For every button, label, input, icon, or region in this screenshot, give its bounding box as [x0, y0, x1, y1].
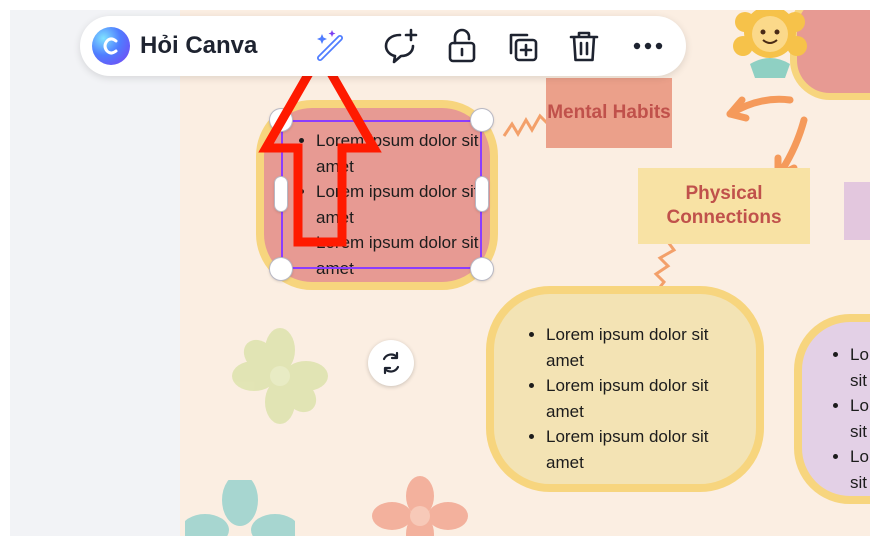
label-mental-habits[interactable]: Mental Habits: [546, 78, 672, 148]
label-physical-connections-text: Physical Connections: [666, 183, 782, 228]
flower-decoration-teal: [185, 480, 295, 536]
duplicate-button[interactable]: [500, 24, 544, 68]
comment-add-icon: [384, 28, 418, 64]
resize-handle-bottom-right[interactable]: [471, 258, 493, 280]
context-toolbar: Hỏi Canva: [80, 16, 686, 76]
resize-handle-bottom-left[interactable]: [270, 258, 292, 280]
annotation-arrow-icon: [258, 48, 382, 247]
list-item: Losit: [850, 444, 870, 495]
rotate-icon: [382, 351, 400, 375]
rotate-button[interactable]: [368, 340, 414, 386]
resize-handle-right[interactable]: [476, 177, 488, 211]
purple-text-bubble[interactable]: Losit Losit Losit: [794, 314, 870, 504]
label-mental-habits-text: Mental Habits: [547, 102, 671, 123]
more-icon: [633, 42, 663, 50]
flower-decoration-green: [232, 328, 328, 424]
list-item: Lorem ipsum dolor sit amet: [546, 322, 746, 373]
duplicate-icon: [509, 33, 538, 62]
magic-edit-button[interactable]: [308, 24, 352, 68]
yellow-bubble-list[interactable]: Lorem ipsum dolor sit amet Lorem ipsum d…: [524, 322, 746, 475]
list-item: Losit: [850, 393, 870, 444]
add-comment-button[interactable]: [378, 24, 422, 68]
zigzag-connector-1: [502, 113, 550, 137]
trash-icon: [569, 31, 599, 62]
label-partial-right: [844, 182, 870, 240]
app-frame: Mental Habits Physical Connections Lorem…: [10, 10, 870, 536]
purple-bubble-list[interactable]: Losit Losit Losit: [828, 342, 870, 495]
sun-character-icon: [733, 10, 807, 78]
yellow-text-bubble[interactable]: Lorem ipsum dolor sit amet Lorem ipsum d…: [486, 286, 764, 492]
more-options-button[interactable]: [626, 24, 670, 68]
magic-wand-icon: [317, 30, 343, 61]
workspace-gutter: [10, 10, 180, 536]
resize-handle-top-right[interactable]: [471, 109, 493, 131]
ask-canva-button[interactable]: Hỏi Canva: [92, 24, 288, 68]
list-item: Losit: [850, 342, 870, 393]
delete-button[interactable]: [562, 24, 606, 68]
list-item: Lorem ipsum dolor sit amet: [546, 373, 746, 424]
label-physical-connections[interactable]: Physical Connections: [638, 168, 810, 244]
list-item: Lorem ipsum dolor sit amet: [546, 424, 746, 475]
unlock-icon: [448, 28, 476, 63]
unlock-button[interactable]: [440, 24, 484, 68]
canva-logo-icon: [92, 27, 130, 65]
ask-canva-label: Hỏi Canva: [140, 32, 258, 59]
flower-decoration-pink: [372, 476, 468, 536]
